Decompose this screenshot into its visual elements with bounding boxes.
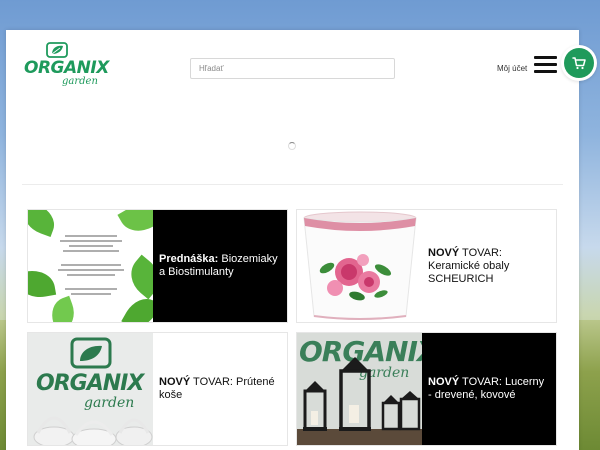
banner-tagline: garden — [84, 395, 135, 411]
card-caption: NOVÝ TOVAR: Prútené koše — [153, 333, 287, 445]
cart-button[interactable] — [564, 48, 594, 78]
news-card-ceramic[interactable]: NOVÝ TOVAR: Keramické obaly SCHEURICH — [296, 209, 557, 323]
baskets-image: ORGANIX garden — [28, 333, 153, 445]
logo-tagline: garden — [62, 76, 98, 87]
banner-wordmark: ORGANIX — [36, 371, 144, 396]
card-caption: NOVÝ TOVAR: Lucerny - drevené, kovové — [422, 333, 556, 445]
site-logo[interactable]: ORGANIX garden — [24, 42, 109, 88]
loading-spinner-icon — [288, 142, 296, 150]
lanterns-image: ORGANIX garden — [297, 333, 422, 445]
logo-wordmark: ORGANIX — [24, 58, 109, 78]
account-link[interactable]: Môj účet — [497, 64, 527, 73]
ceramic-pot-image — [297, 210, 422, 322]
cart-icon — [572, 56, 586, 69]
search-input[interactable] — [190, 58, 395, 79]
card-caption: Prednáška: Biozemiaky a Biostimulanty — [153, 210, 287, 322]
section-divider — [22, 184, 563, 185]
hamburger-icon[interactable] — [534, 56, 557, 73]
card-caption: NOVÝ TOVAR: Keramické obaly SCHEURICH — [422, 210, 556, 322]
news-card-lecture[interactable]: Prednáška: Biozemiaky a Biostimulanty — [27, 209, 288, 323]
news-card-baskets[interactable]: ORGANIX garden NOVÝ TOVAR: Prútené koše — [27, 332, 288, 446]
leaf-logo-icon — [46, 42, 68, 58]
card-label-bold: NOVÝ — [428, 246, 460, 259]
news-card-lanterns[interactable]: ORGANIX garden — [296, 332, 557, 446]
card-label-bold: Prednáška: — [159, 253, 219, 265]
page-container: ORGANIX garden Môj účet — [6, 30, 594, 450]
lecture-flyer-image — [28, 210, 153, 322]
card-label-bold: NOVÝ — [428, 376, 460, 388]
card-label-bold: NOVÝ — [159, 376, 191, 388]
